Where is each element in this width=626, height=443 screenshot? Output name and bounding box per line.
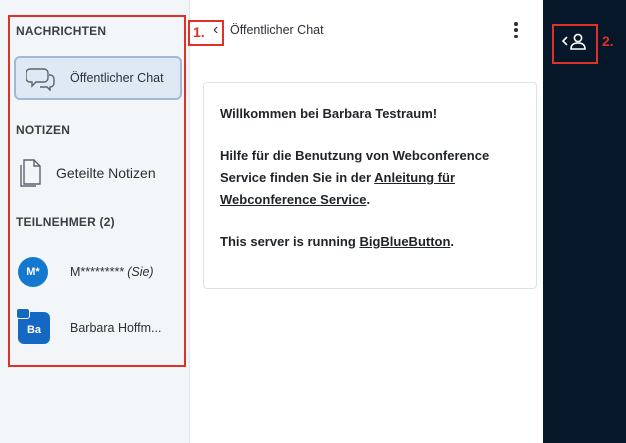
chat-title: Öffentlicher Chat bbox=[230, 23, 324, 37]
annotation-box-2 bbox=[552, 24, 598, 64]
greeting-suffix: ! bbox=[432, 106, 438, 121]
kebab-menu-icon[interactable] bbox=[513, 22, 519, 38]
annotation-label-2: 2. bbox=[602, 33, 614, 49]
chat-panel: ‹ Öffentlicher Chat Willkommen bei Barba… bbox=[190, 0, 543, 443]
help-end: . bbox=[366, 192, 371, 207]
welcome-server: This server is running BigBlueButton. bbox=[220, 231, 520, 253]
welcome-help: Hilfe für die Benutzung von Webconferenc… bbox=[220, 145, 520, 211]
chat-header: ‹ Öffentlicher Chat bbox=[190, 0, 543, 56]
annotation-label-1: 1. bbox=[193, 24, 205, 40]
welcome-message: Willkommen bei Barbara Testraum! Hilfe f… bbox=[203, 82, 537, 289]
welcome-greeting: Willkommen bei Barbara Testraum! bbox=[220, 103, 520, 125]
annotation-box-sidebar bbox=[8, 15, 186, 367]
room-name: Barbara Testraum bbox=[322, 106, 433, 121]
server-prefix: This server is running bbox=[220, 234, 360, 249]
server-end: . bbox=[450, 234, 455, 249]
greeting-prefix: Willkommen bei bbox=[220, 106, 323, 121]
server-link[interactable]: BigBlueButton bbox=[359, 234, 450, 249]
dark-side-bar bbox=[543, 0, 626, 443]
